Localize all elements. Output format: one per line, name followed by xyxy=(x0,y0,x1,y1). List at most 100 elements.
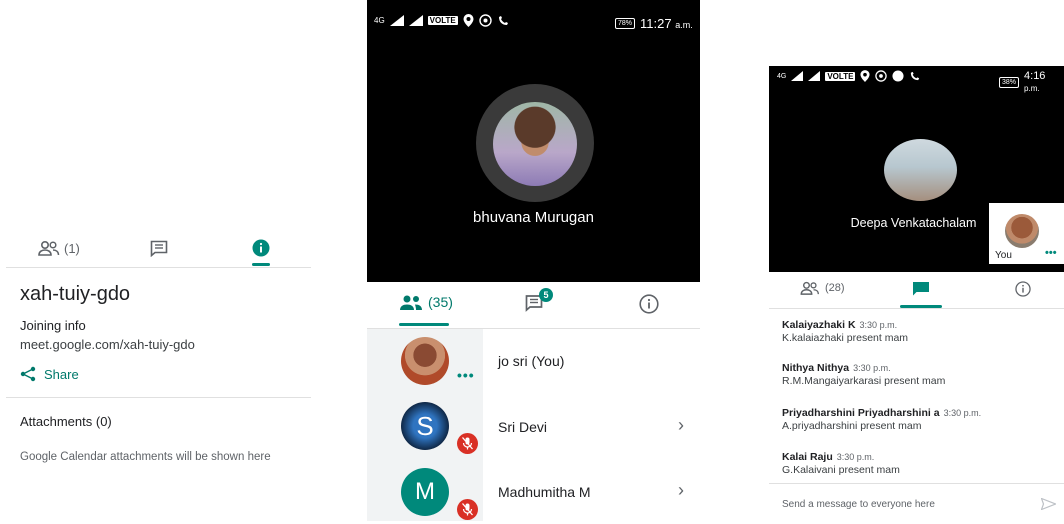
signal-icon xyxy=(808,71,821,81)
message-sender: Kalaiyazhaki K xyxy=(782,319,856,331)
missed-call-icon xyxy=(498,16,508,25)
send-icon[interactable] xyxy=(1041,498,1056,510)
avatar: M xyxy=(401,468,449,516)
share-button[interactable]: Share xyxy=(20,366,79,382)
clock-ampm: a.m. xyxy=(675,20,693,30)
message-time: 3:30 p.m. xyxy=(943,408,982,418)
tab-info[interactable] xyxy=(252,232,270,264)
chat-icon xyxy=(150,240,168,257)
joining-info-heading: Joining info xyxy=(20,318,86,333)
chat-message: Kalai Raju 3:30 p.m. G.Kalaivani present … xyxy=(782,451,900,476)
attachments-note: Google Calendar attachments will be show… xyxy=(20,451,271,463)
participant-name: Madhumitha M xyxy=(498,484,591,500)
self-preview[interactable]: You ••• xyxy=(989,203,1064,264)
location-icon xyxy=(463,14,474,27)
clock-ampm: p.m. xyxy=(1024,84,1040,93)
divider xyxy=(6,397,311,398)
message-text: R.M.Mangaiyarkarasi present mam xyxy=(782,375,946,387)
speaker-name: bhuvana Murugan xyxy=(473,209,594,226)
participant-list: ••• jo sri (You) S Sri Devi › M Madhumit… xyxy=(367,329,700,521)
chat-message: Nithya Nithya 3:30 p.m. R.M.Mangaiyarkara… xyxy=(782,362,945,387)
more-options-icon[interactable]: ••• xyxy=(1045,247,1057,259)
avatar: S xyxy=(401,402,449,450)
battery-icon: 78% xyxy=(615,18,636,29)
message-text: A.priyadharshini present mam xyxy=(782,420,922,432)
video-area[interactable]: 4G VOLTE 38% 4:16 p.m. Deepa Venkatachal… xyxy=(769,66,1064,272)
network-label: 4G xyxy=(777,72,787,80)
avatar xyxy=(1005,214,1039,248)
tab-people[interactable]: (1) xyxy=(38,232,80,264)
self-label: You xyxy=(995,250,1012,261)
whatsapp-icon xyxy=(875,70,888,82)
status-bar-left: 4G VOLTE xyxy=(777,70,921,82)
phone-icon xyxy=(892,70,904,82)
signal-icon xyxy=(408,15,423,26)
chevron-right-icon[interactable]: › xyxy=(678,480,684,501)
avatar xyxy=(493,102,577,186)
people-count: (35) xyxy=(428,294,453,310)
message-sender: Kalai Raju xyxy=(782,451,833,463)
message-time: 3:30 p.m. xyxy=(859,320,898,330)
list-item[interactable]: M Madhumitha M › xyxy=(367,460,700,524)
call-participants-panel: 4G VOLTE 78% 11:27 a.m. bhuvana Murugan … xyxy=(367,0,700,521)
tab-chat[interactable]: 5 xyxy=(525,288,553,312)
people-icon xyxy=(400,295,422,310)
participant-name: Sri Devi xyxy=(498,419,548,435)
chat-message: Kalaiyazhaki K 3:30 p.m. K.kalaiazhaki pr… xyxy=(782,319,908,344)
tab-bar: (35) 5 xyxy=(367,282,700,329)
mic-off-icon xyxy=(457,499,478,520)
meeting-url[interactable]: meet.google.com/xah-tuiy-gdo xyxy=(20,337,195,352)
status-bar-left: 4G VOLTE xyxy=(374,14,510,27)
tab-chat[interactable] xyxy=(912,281,930,297)
active-tab-indicator xyxy=(252,263,270,266)
battery-icon: 38% xyxy=(999,76,1020,88)
message-composer: Send a message to everyone here xyxy=(769,483,1064,522)
share-label: Share xyxy=(44,366,79,382)
participant-name: jo sri (You) xyxy=(498,353,565,369)
clock: 4:16 p.m. xyxy=(1024,70,1064,94)
info-icon xyxy=(1015,281,1031,297)
tab-bar: (28) xyxy=(769,272,1064,309)
tab-people[interactable]: (28) xyxy=(800,281,845,295)
avatar xyxy=(401,337,449,385)
clock-time: 4:16 xyxy=(1024,70,1046,82)
missed-call-icon xyxy=(911,71,920,81)
message-time: 3:30 p.m. xyxy=(836,452,875,462)
people-count: (28) xyxy=(825,282,845,294)
divider xyxy=(6,267,311,268)
chat-message: Priyadharshini Priyadharshini a 3:30 p.m.… xyxy=(782,407,981,432)
message-input[interactable]: Send a message to everyone here xyxy=(782,499,935,510)
message-time: 3:30 p.m. xyxy=(853,363,891,373)
message-text: G.Kalaivani present mam xyxy=(782,464,900,476)
tab-chat[interactable] xyxy=(150,232,168,264)
signal-icon xyxy=(389,15,404,26)
more-options-icon[interactable]: ••• xyxy=(457,367,475,383)
status-bar-right: 38% 4:16 p.m. xyxy=(999,70,1064,94)
tab-people[interactable]: (35) xyxy=(399,294,453,310)
tab-info[interactable] xyxy=(639,294,659,314)
info-icon xyxy=(252,239,270,257)
list-item[interactable]: ••• jo sri (You) xyxy=(367,329,700,393)
video-area[interactable]: 4G VOLTE 78% 11:27 a.m. bhuvana Murugan xyxy=(367,0,700,282)
tab-info[interactable] xyxy=(1015,281,1031,297)
list-item[interactable]: S Sri Devi › xyxy=(367,395,700,459)
people-icon xyxy=(38,240,60,256)
meeting-details-panel: (1) xah-tuiy-gdo Joining info meet.googl… xyxy=(0,0,330,521)
status-bar-right: 78% 11:27 a.m. xyxy=(615,16,693,31)
clock-time: 11:27 xyxy=(640,16,672,31)
message-text: K.kalaiazhaki present mam xyxy=(782,332,909,344)
message-sender: Nithya Nithya xyxy=(782,362,850,374)
attachments-heading: Attachments (0) xyxy=(20,414,112,429)
clock: 11:27 a.m. xyxy=(640,16,693,31)
network-label: 4G xyxy=(374,16,385,25)
people-count: (1) xyxy=(64,240,80,256)
people-icon xyxy=(800,281,819,295)
call-chat-panel: 4G VOLTE 38% 4:16 p.m. Deepa Venkatachal… xyxy=(769,66,1064,522)
chat-icon xyxy=(913,282,929,296)
mic-off-icon xyxy=(457,433,478,454)
whatsapp-icon xyxy=(479,14,492,27)
share-icon xyxy=(20,366,36,382)
active-tab-indicator xyxy=(900,305,942,308)
avatar xyxy=(884,139,957,201)
chevron-right-icon[interactable]: › xyxy=(678,415,684,436)
